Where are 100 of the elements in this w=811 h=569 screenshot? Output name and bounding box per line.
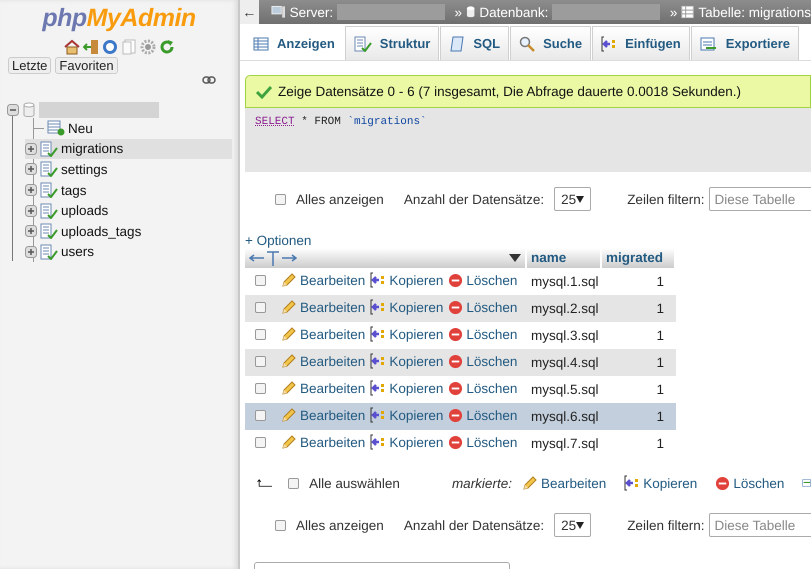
sort-triangle-icon[interactable]: [509, 254, 521, 262]
tree-item[interactable]: settings: [25, 159, 238, 180]
count-label: Anzahl der Datensätze:: [404, 192, 544, 206]
bulk-action-link[interactable]: Kopieren: [624, 475, 698, 491]
column-header[interactable]: migrated: [602, 248, 676, 268]
count-dropdown[interactable]: 25: [554, 187, 592, 211]
row-action-link[interactable]: Kopieren: [370, 326, 444, 342]
help-icon[interactable]: [102, 39, 118, 55]
row-action-link[interactable]: Kopieren: [370, 353, 444, 369]
sidebar-button[interactable]: Letzte: [8, 57, 52, 74]
back-button[interactable]: ←: [240, 0, 259, 24]
checkbox[interactable]: [275, 520, 286, 530]
table-cell-text: mysql.3.sql: [530, 328, 600, 343]
checkbox[interactable]: [275, 194, 286, 204]
expand-icon[interactable]: [25, 246, 37, 258]
checkbox[interactable]: [288, 478, 300, 488]
reload-icon[interactable]: [158, 39, 174, 55]
breadcrumb-link[interactable]: Tabelle: migrations: [698, 4, 811, 20]
checkbox[interactable]: [255, 302, 266, 313]
new-table-icon: [47, 120, 65, 136]
table-row[interactable]: Bearbeiten Kopieren Löschen mysql.1.sql 1: [245, 268, 676, 295]
row-action-link[interactable]: Bearbeiten: [281, 353, 366, 369]
filter-field[interactable]: Diese Tabelle: [709, 187, 811, 211]
table-row[interactable]: Bearbeiten Kopieren Löschen mysql.3.sql 1: [245, 322, 676, 349]
row-action-link[interactable]: Löschen: [448, 300, 518, 315]
row-action-link[interactable]: Kopieren: [370, 407, 444, 423]
filter-field[interactable]: Diese Tabelle: [709, 513, 811, 537]
tree-item[interactable]: users: [25, 242, 238, 262]
delete-icon: [448, 273, 464, 288]
row-action-link[interactable]: Löschen: [448, 327, 518, 342]
logo[interactable]: phpMyAdmin: [0, 0, 238, 33]
insert-arrow-icon: [370, 353, 386, 369]
breadcrumb-link[interactable]: Datenbank:: [479, 4, 548, 20]
row-action-link[interactable]: Kopieren: [370, 380, 444, 396]
row-action-link[interactable]: Löschen: [448, 408, 518, 423]
table-row[interactable]: Bearbeiten Kopieren Löschen mysql.6.sql 1: [245, 403, 676, 430]
insert-arrow-icon: [601, 36, 618, 52]
row-action-link[interactable]: Bearbeiten: [281, 326, 366, 342]
checkbox[interactable]: [255, 410, 266, 421]
expand-icon[interactable]: [25, 204, 37, 217]
table-row[interactable]: Bearbeiten Kopieren Löschen mysql.4.sql 1: [245, 349, 676, 376]
settings-icon[interactable]: [140, 39, 156, 55]
row-action-link[interactable]: Kopieren: [370, 272, 444, 288]
tree-item[interactable]: migrations: [25, 138, 232, 160]
row-action-link[interactable]: Löschen: [448, 381, 518, 396]
expand-icon[interactable]: [25, 225, 37, 238]
row-action-link[interactable]: Bearbeiten: [281, 407, 366, 423]
count-dropdown[interactable]: 25: [554, 513, 592, 537]
options-link[interactable]: + Optionen: [245, 233, 312, 248]
row-action-link[interactable]: Bearbeiten: [281, 380, 366, 396]
table-row[interactable]: Bearbeiten Kopieren Löschen mysql.2.sql 1: [245, 295, 676, 322]
document-icon[interactable]: [120, 39, 136, 55]
row-action-link[interactable]: Löschen: [448, 435, 518, 450]
table-cell-text: 1: [655, 436, 665, 451]
table-row[interactable]: Bearbeiten Kopieren Löschen mysql.7.sql 1: [245, 430, 676, 457]
row-action-link[interactable]: Löschen: [448, 273, 518, 288]
column-header[interactable]: name: [527, 248, 602, 268]
home-icon[interactable]: [64, 39, 80, 55]
success-message: Zeige Datensätze 0 - 6 (7 insgesamt, Die Abfrage dauerte 0.0018 Sekunden.): [245, 75, 811, 108]
tree-item[interactable]: uploads_tags: [25, 220, 238, 242]
row-action-link[interactable]: Löschen: [448, 354, 518, 369]
link-icon[interactable]: [202, 76, 216, 84]
checkbox[interactable]: [255, 275, 266, 286]
breadcrumb-link[interactable]: Server:: [290, 4, 334, 20]
export-icon: [700, 36, 718, 52]
checkbox[interactable]: [255, 329, 266, 340]
check-icon: [256, 84, 272, 98]
expand-icon[interactable]: [25, 163, 37, 176]
checkbox[interactable]: [255, 356, 266, 367]
separator: »: [454, 4, 462, 20]
row-action-link[interactable]: Bearbeiten: [281, 299, 366, 315]
row-action-link[interactable]: Kopieren: [370, 299, 444, 315]
expand-icon[interactable]: [25, 142, 37, 155]
expand-icon[interactable]: [25, 184, 37, 196]
table-row[interactable]: Bearbeiten Kopieren Löschen mysql.5.sql 1: [245, 376, 676, 403]
bulk-action-link[interactable]: Bearbeiten: [522, 475, 606, 491]
bulk-action-link[interactable]: Löschen: [715, 476, 784, 490]
sidebar-button[interactable]: Favoriten: [55, 57, 118, 74]
column-resize-icon[interactable]: [249, 250, 297, 266]
collapse-icon[interactable]: [7, 104, 19, 116]
tab[interactable]: Struktur: [344, 26, 440, 60]
exit-door-icon[interactable]: [82, 39, 98, 55]
tree-item[interactable]: tags: [25, 180, 238, 200]
checkbox-label: Alles anzeigen: [296, 518, 384, 532]
checkbox[interactable]: [255, 383, 266, 394]
tab[interactable]: SQL: [440, 26, 510, 60]
filter-label: Zeilen filtern:: [627, 518, 704, 532]
tab[interactable]: Einfügen: [592, 26, 690, 60]
tab[interactable]: Suche: [510, 26, 592, 60]
delete-icon: [715, 476, 730, 490]
row-action-link[interactable]: Bearbeiten: [281, 272, 366, 288]
tab[interactable]: Exportiere: [690, 26, 800, 60]
row-action-link[interactable]: Bearbeiten: [281, 434, 366, 450]
tree-item[interactable]: uploads: [25, 200, 238, 221]
table-icon: [40, 182, 58, 198]
tree-item[interactable]: Neu: [34, 118, 238, 139]
table-icon: [40, 161, 58, 178]
delete-icon: [448, 381, 464, 396]
row-action-link[interactable]: Kopieren: [370, 434, 444, 450]
checkbox[interactable]: [255, 437, 266, 448]
